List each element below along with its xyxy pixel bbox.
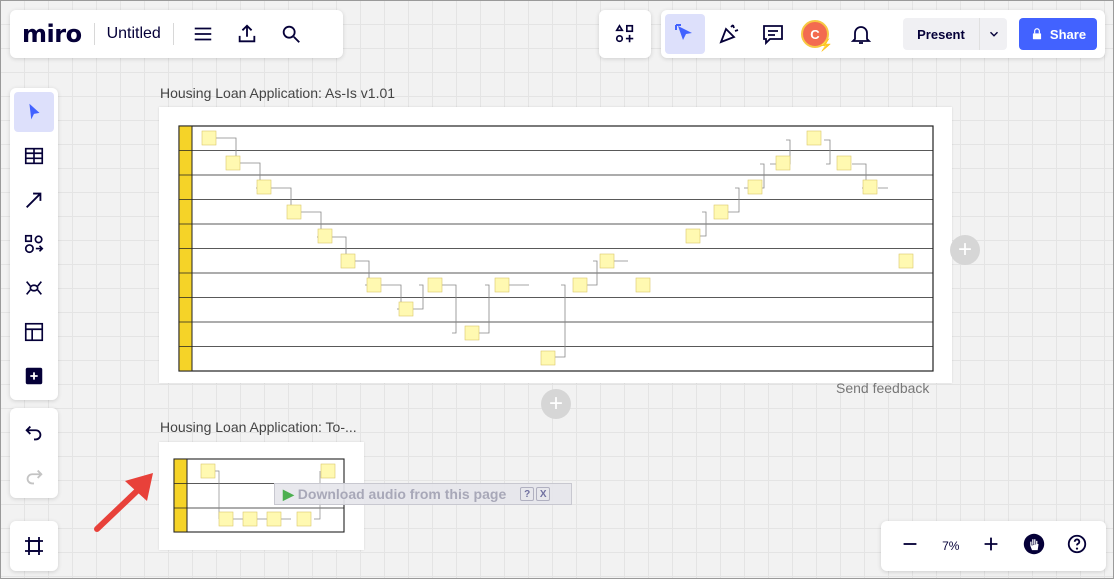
bell-icon[interactable] [841, 14, 881, 54]
present-label: Present [917, 26, 965, 42]
present-button[interactable]: Present [903, 18, 1007, 50]
help-icon[interactable] [1066, 533, 1088, 560]
collaboration-bar: C ⚡ Present Share [661, 10, 1105, 58]
zoom-out-icon[interactable] [899, 533, 921, 560]
cursor-select-icon[interactable] [665, 14, 705, 54]
bolt-icon: ⚡ [818, 38, 833, 52]
divider [93, 23, 95, 45]
mind-map-icon[interactable] [14, 268, 54, 308]
frame-title-as-is[interactable]: Housing Loan Application: As-Is v1.01 [160, 85, 395, 101]
redo-icon[interactable] [14, 457, 54, 497]
frame-icon [25, 537, 43, 555]
template-icon[interactable] [14, 312, 54, 352]
add-frame-below-button[interactable]: + [541, 389, 571, 419]
table-icon[interactable] [14, 136, 54, 176]
download-audio-label[interactable]: Download audio from this page [298, 486, 506, 502]
creation-toolbar [10, 88, 58, 400]
undo-icon[interactable] [14, 413, 54, 453]
audio-help-button[interactable]: ? [520, 487, 535, 501]
shapes-icon[interactable] [14, 224, 54, 264]
board-header: miro Untitled [10, 10, 343, 58]
download-audio-bar[interactable]: ▶ Download audio from this page ? X [274, 483, 572, 505]
play-icon[interactable]: ▶ [283, 486, 294, 503]
zoom-controls: 7% [881, 521, 1106, 571]
add-more-icon[interactable] [14, 356, 54, 396]
swimlane-diagram-as-is [178, 125, 934, 372]
apps-button[interactable] [599, 10, 651, 58]
celebration-icon[interactable] [709, 14, 749, 54]
zoom-level[interactable]: 7% [942, 539, 959, 553]
cursor-icon[interactable] [14, 92, 54, 132]
lock-icon [1032, 28, 1042, 40]
share-label: Share [1049, 26, 1087, 42]
apps-icon [615, 24, 634, 43]
comment-icon[interactable] [753, 14, 793, 54]
share-button[interactable]: Share [1019, 18, 1097, 50]
hand-icon[interactable] [1023, 533, 1045, 560]
send-feedback-link[interactable]: Send feedback [836, 380, 929, 396]
add-frame-right-button[interactable]: + [950, 235, 980, 265]
search-icon[interactable] [276, 19, 306, 49]
history-toolbar [10, 408, 58, 498]
upload-icon[interactable] [232, 19, 262, 49]
frame-as-is[interactable] [159, 107, 952, 383]
annotation-arrow [94, 473, 153, 532]
line-arrow-icon[interactable] [14, 180, 54, 220]
miro-logo[interactable]: miro [22, 20, 82, 48]
audio-close-button[interactable]: X [536, 487, 551, 501]
zoom-in-icon[interactable] [980, 533, 1002, 560]
board-title[interactable]: Untitled [107, 25, 161, 43]
chevron-down-icon[interactable] [979, 18, 1007, 50]
frames-button[interactable] [10, 521, 58, 571]
divider [172, 23, 174, 45]
frame-title-to-be[interactable]: Housing Loan Application: To-... [160, 419, 357, 435]
menu-icon[interactable] [188, 19, 218, 49]
user-avatar[interactable]: C ⚡ [801, 20, 833, 52]
